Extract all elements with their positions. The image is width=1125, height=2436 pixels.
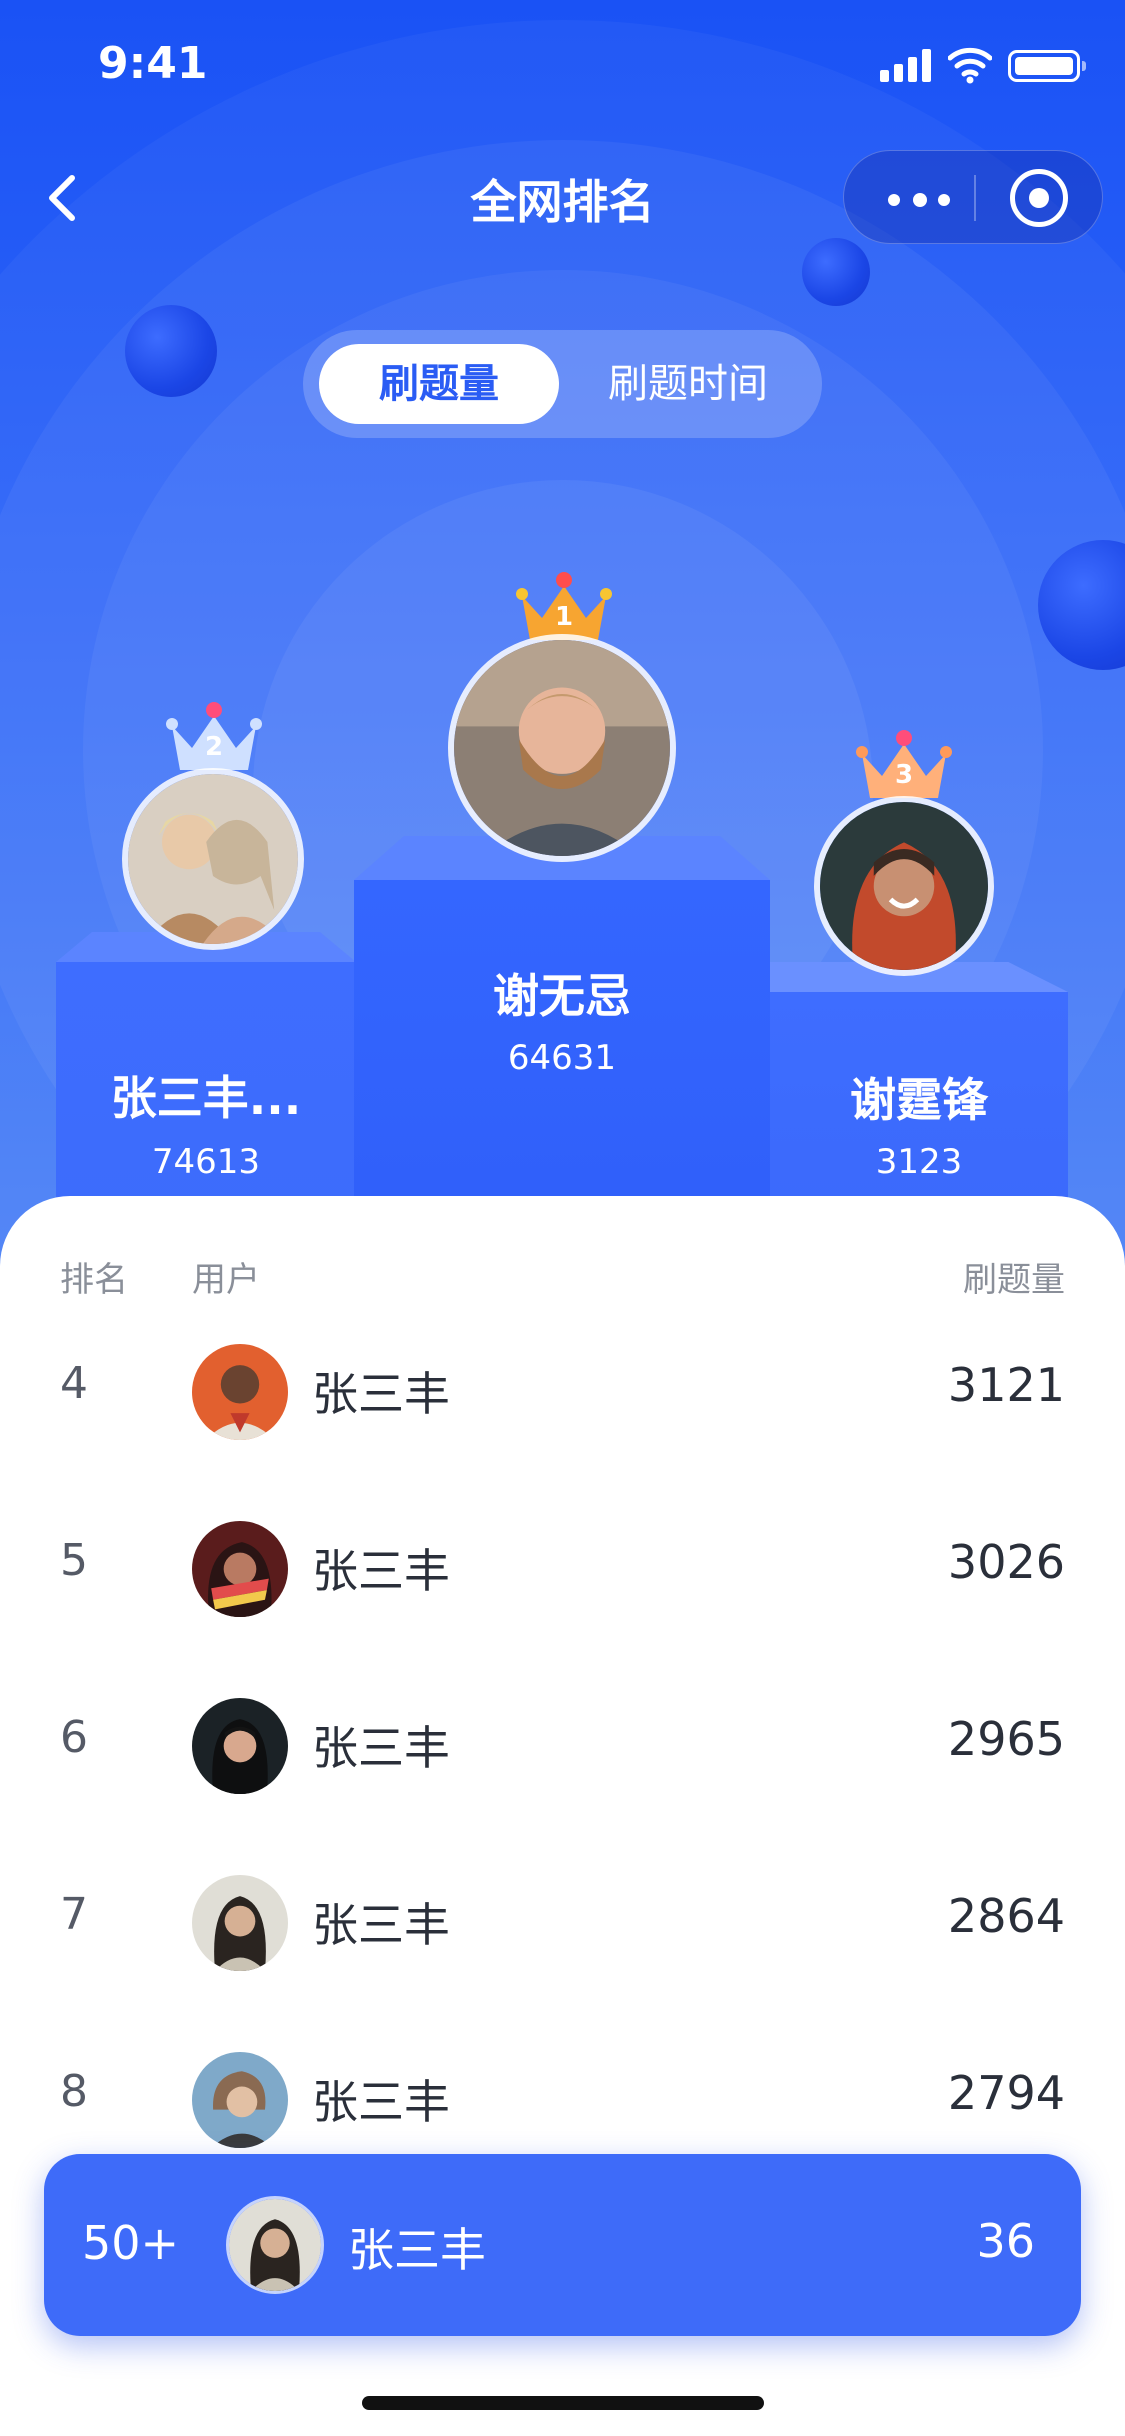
avatar [192, 1698, 288, 1794]
status-time: 9:41 [98, 38, 208, 89]
crown-rank-number: 2 [204, 732, 224, 762]
decor-bubble [125, 305, 217, 397]
avatar [192, 1344, 288, 1440]
my-name: 张三丰 [348, 2223, 486, 2277]
item-name: 张三丰 [312, 1544, 450, 1598]
item-rank: 5 [60, 1535, 88, 1586]
home-indicator [362, 2396, 764, 2410]
my-rank-row[interactable]: 50+ 张三丰 36 [44, 2154, 1081, 2336]
crown-silver-icon: 2 [164, 696, 264, 776]
avatar [226, 2196, 324, 2294]
tab-question-count[interactable]: 刷题量 [319, 344, 559, 424]
close-mini-program-icon[interactable] [1010, 169, 1068, 227]
signal-icon [880, 48, 934, 82]
item-name: 张三丰 [312, 1367, 450, 1421]
mini-program-capsule [843, 150, 1103, 244]
my-count: 36 [976, 2214, 1035, 2268]
podium-name: 谢霆锋 [850, 1073, 988, 1127]
item-name: 张三丰 [312, 1721, 450, 1775]
item-count: 2965 [947, 1712, 1065, 1766]
tab-question-time[interactable]: 刷题时间 [573, 344, 803, 424]
avatar [192, 1875, 288, 1971]
avatar[interactable] [814, 796, 994, 976]
crown-rank-number: 1 [554, 602, 574, 632]
more-icon[interactable] [884, 175, 954, 221]
podium-score: 64631 [507, 1038, 617, 1078]
item-rank: 4 [60, 1358, 88, 1409]
item-rank: 8 [60, 2066, 88, 2117]
my-rank: 50+ [82, 2216, 180, 2270]
avatar[interactable] [448, 634, 676, 862]
crown-rank-number: 3 [894, 760, 914, 790]
item-count: 2794 [947, 2066, 1065, 2120]
capsule-divider [974, 175, 976, 221]
list-item[interactable]: 4 张三丰 3121 [0, 1302, 1125, 1478]
podium-name: 张三丰... [110, 1071, 302, 1125]
podium-score: 74613 [151, 1142, 261, 1182]
battery-icon [1008, 50, 1086, 82]
item-count: 3026 [947, 1535, 1065, 1589]
list-item[interactable]: 7 张三丰 2864 [0, 1833, 1125, 2009]
wifi-icon [948, 47, 992, 84]
avatar [192, 1521, 288, 1617]
header-count: 刷题量 [963, 1260, 1065, 1300]
decor-bubble [802, 238, 870, 306]
item-name: 张三丰 [312, 1898, 450, 1952]
item-name: 张三丰 [312, 2075, 450, 2129]
header-rank: 排名 [60, 1260, 128, 1300]
item-count: 3121 [947, 1358, 1065, 1412]
podium-name: 谢无忌 [493, 969, 631, 1023]
avatar [192, 2052, 288, 2148]
list-item[interactable]: 5 张三丰 3026 [0, 1479, 1125, 1655]
item-rank: 7 [60, 1889, 88, 1940]
item-count: 2864 [947, 1889, 1065, 1943]
avatar[interactable] [122, 768, 304, 950]
item-rank: 6 [60, 1712, 88, 1763]
crown-bronze-icon: 3 [854, 724, 954, 804]
podium-score: 3123 [875, 1142, 963, 1182]
hero-header: 9:41 全网排名 刷题量 刷题时间 2 1 3 张三丰... 74613 谢无… [0, 0, 1125, 1290]
list-header: 排名 用户 刷题量 [0, 1252, 1125, 1302]
list-item[interactable]: 6 张三丰 2965 [0, 1656, 1125, 1832]
header-user: 用户 [192, 1260, 260, 1300]
ranking-tabs: 刷题量 刷题时间 [303, 330, 822, 438]
status-bar: 9:41 [0, 0, 1125, 132]
